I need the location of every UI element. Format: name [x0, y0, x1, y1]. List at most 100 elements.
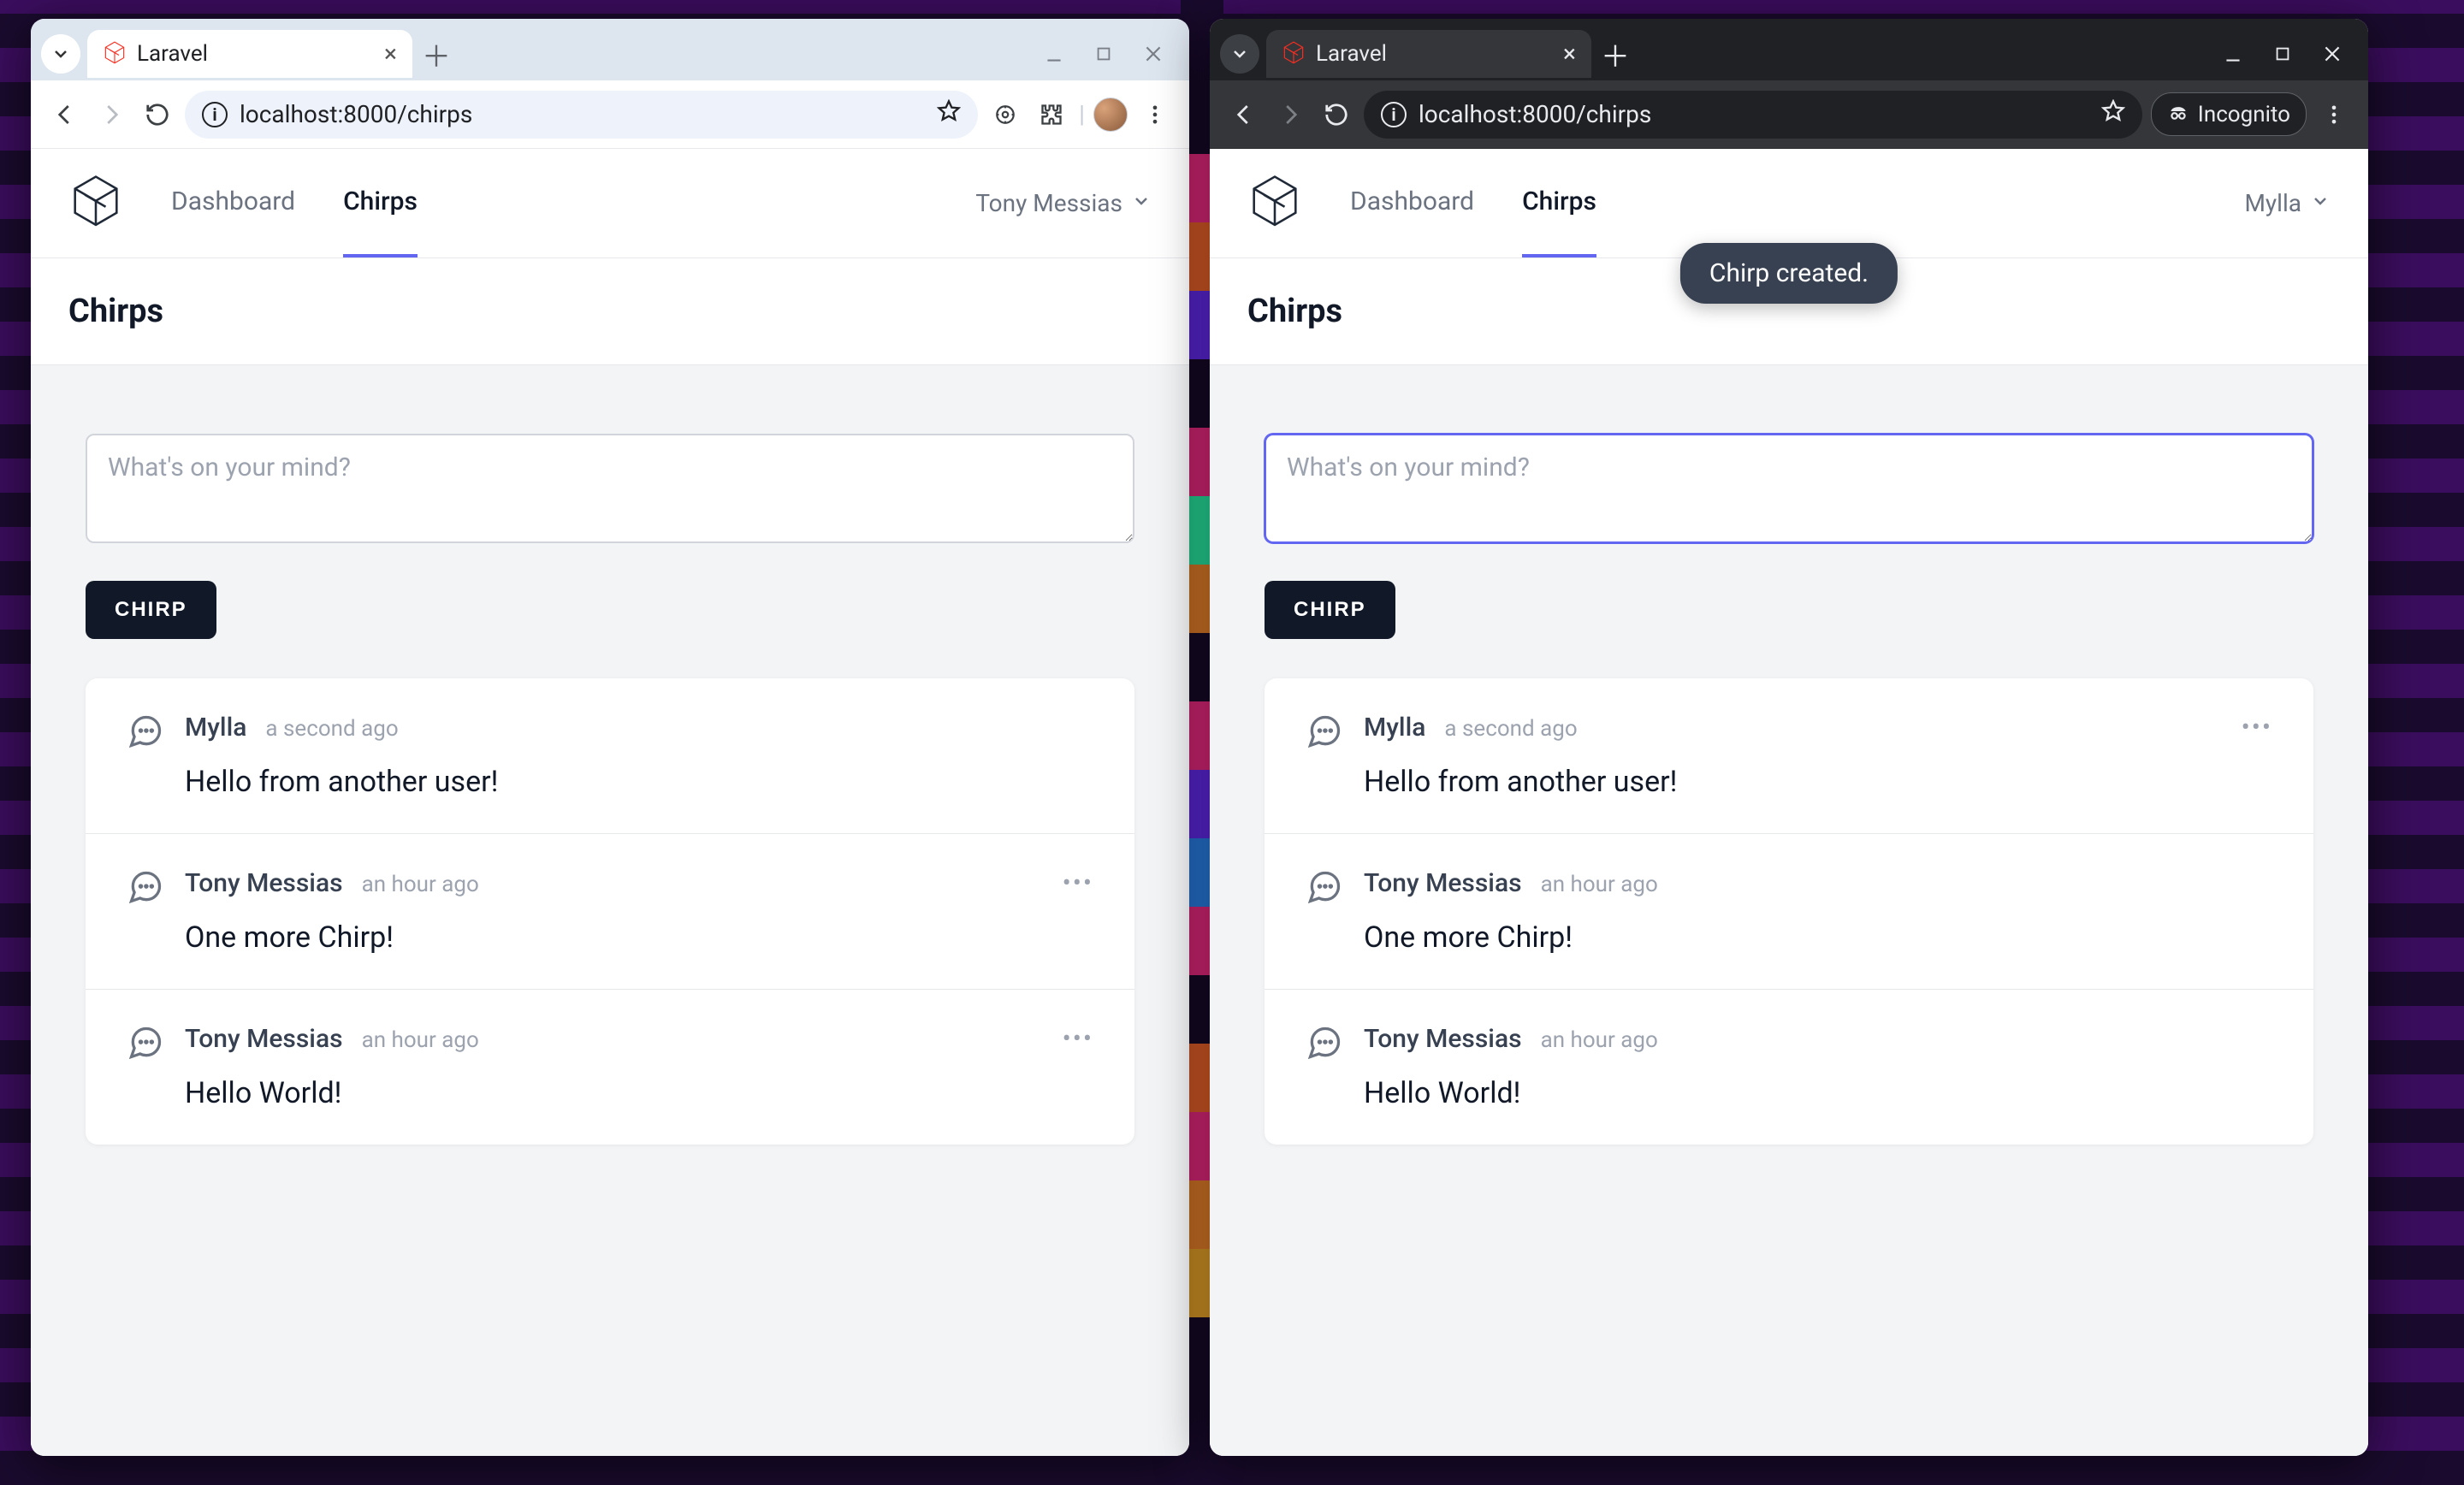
chirp-body: Tony Messias an hour ago One more Chirp! — [185, 868, 1093, 955]
chirp-author: Tony Messias — [185, 1024, 343, 1054]
user-menu[interactable]: Tony Messias — [975, 189, 1152, 217]
tab-close-icon[interactable]: × — [1563, 42, 1576, 66]
chevron-down-icon — [2310, 189, 2331, 217]
chirp-actions-menu[interactable]: ••• — [1063, 1024, 1093, 1054]
chat-bubble-icon — [127, 868, 164, 906]
toolbar-separator: | — [1079, 100, 1085, 128]
nav-link-dashboard[interactable]: Dashboard — [1350, 149, 1474, 257]
user-menu[interactable]: Mylla — [2244, 189, 2331, 217]
browser-menu-icon[interactable] — [2315, 96, 2353, 133]
browser-toolbar: i localhost:8000/chirps Incognito — [1210, 80, 2368, 149]
chat-bubble-icon — [127, 1024, 164, 1062]
bookmark-star-icon[interactable] — [937, 99, 961, 130]
nav-back-icon[interactable] — [1225, 96, 1263, 133]
chirp-meta: Mylla a second ago — [1364, 713, 2272, 742]
window-close-icon[interactable] — [2320, 42, 2344, 66]
chirp-time: an hour ago — [1541, 872, 1658, 897]
laravel-favicon-icon — [103, 42, 127, 66]
browser-tabstrip: Laravel × ＋ — [31, 19, 1189, 80]
chirp-list: Mylla a second ago Hello from another us… — [86, 678, 1134, 1145]
address-bar[interactable]: i localhost:8000/chirps — [1364, 91, 2142, 139]
browser-window-left: Laravel × ＋ i localhost:8000/chirps | — [31, 19, 1189, 1456]
app-content: Dashboard Chirps Tony Messias Chirps Chir… — [31, 149, 1189, 1456]
site-info-icon[interactable]: i — [1381, 102, 1407, 127]
tabs-dropdown-button[interactable] — [41, 34, 80, 74]
page-title: Chirps — [68, 293, 1152, 330]
nav-reload-icon[interactable] — [1318, 96, 1355, 133]
window-maximize-icon[interactable] — [1092, 42, 1116, 66]
chirp-submit-button[interactable]: Chirp — [86, 581, 216, 639]
chirp-textarea[interactable] — [86, 434, 1134, 543]
profile-avatar[interactable] — [1093, 98, 1128, 132]
desktop: Laravel × ＋ i localhost:8000/chirps | — [0, 0, 2464, 1485]
chirp-textarea[interactable] — [1265, 434, 2313, 543]
incognito-badge[interactable]: Incognito — [2151, 92, 2307, 136]
nav-back-icon[interactable] — [46, 96, 84, 133]
address-bar[interactable]: i localhost:8000/chirps — [185, 91, 978, 139]
window-controls — [2221, 42, 2358, 66]
incognito-label: Incognito — [2198, 102, 2290, 127]
tab-title: Laravel — [137, 41, 374, 67]
chirp-body: Mylla a second ago Hello from another us… — [185, 713, 1093, 799]
new-tab-button[interactable]: ＋ — [1598, 37, 1632, 71]
site-info-icon[interactable]: i — [202, 102, 228, 127]
nav-links: Dashboard Chirps — [171, 149, 418, 257]
url-text: localhost:8000/chirps — [1419, 100, 2089, 128]
chirp-list: Mylla a second ago Hello from another us… — [1265, 678, 2313, 1145]
chirp-body: Tony Messias an hour ago One more Chirp! — [1364, 868, 2272, 955]
chirp-message: Hello World! — [1364, 1076, 2272, 1110]
incognito-icon — [2167, 100, 2189, 128]
nav-link-dashboard[interactable]: Dashboard — [171, 149, 295, 257]
browser-tab[interactable]: Laravel × — [87, 30, 412, 78]
app-logo-icon[interactable] — [1247, 176, 1302, 231]
chirp-actions-menu[interactable]: ••• — [2242, 713, 2272, 742]
browser-toolbar: i localhost:8000/chirps | — [31, 80, 1189, 149]
chirp-time: an hour ago — [1541, 1027, 1658, 1053]
browser-tab[interactable]: Laravel × — [1266, 30, 1591, 78]
bookmark-star-icon[interactable] — [2101, 99, 2125, 130]
chat-bubble-icon — [1306, 1024, 1343, 1062]
chirp-body: Tony Messias an hour ago Hello World! — [1364, 1024, 2272, 1110]
chat-bubble-icon — [1306, 868, 1343, 906]
chirp-item: Tony Messias an hour ago Hello World! — [1265, 990, 2313, 1145]
nav-reload-icon[interactable] — [139, 96, 176, 133]
chirp-meta: Tony Messias an hour ago — [1364, 868, 2272, 898]
chat-bubble-icon — [1306, 713, 1343, 750]
browser-menu-icon[interactable] — [1136, 96, 1174, 133]
tab-close-icon[interactable]: × — [384, 42, 397, 66]
chirp-time: a second ago — [265, 716, 398, 742]
tab-title: Laravel — [1316, 41, 1553, 67]
page-header: Chirps — [31, 258, 1189, 365]
chirp-submit-button[interactable]: Chirp — [1265, 581, 1395, 639]
window-maximize-icon[interactable] — [2271, 42, 2295, 66]
chirp-message: Hello World! — [185, 1076, 1093, 1110]
chirp-author: Mylla — [185, 713, 246, 742]
chirp-meta: Tony Messias an hour ago — [185, 868, 1093, 898]
lens-icon[interactable] — [986, 96, 1024, 133]
page-body: Chirp Mylla a second ago Hello from anot… — [1210, 365, 2368, 1456]
extensions-icon[interactable] — [1033, 96, 1070, 133]
chirp-body: Mylla a second ago Hello from another us… — [1364, 713, 2272, 799]
nav-link-chirps[interactable]: Chirps — [343, 149, 418, 257]
app-logo-icon[interactable] — [68, 176, 123, 231]
chirp-message: One more Chirp! — [185, 920, 1093, 955]
window-minimize-icon[interactable] — [1042, 42, 1066, 66]
chirp-meta: Tony Messias an hour ago — [1364, 1024, 2272, 1054]
chirp-time: an hour ago — [362, 872, 479, 897]
chirp-time: a second ago — [1444, 716, 1577, 742]
browser-tabstrip: Laravel × ＋ — [1210, 19, 2368, 80]
browser-window-right: Laravel × ＋ i localhost:8000/chirps Inco… — [1210, 19, 2368, 1456]
chirp-message: One more Chirp! — [1364, 920, 2272, 955]
chirp-actions-menu[interactable]: ••• — [1063, 868, 1093, 898]
nav-link-chirps[interactable]: Chirps — [1522, 149, 1596, 257]
user-label: Mylla — [2244, 189, 2301, 217]
window-controls — [1042, 42, 1179, 66]
new-tab-button[interactable]: ＋ — [419, 37, 453, 71]
nav-forward-icon[interactable] — [1271, 96, 1309, 133]
tabs-dropdown-button[interactable] — [1220, 34, 1259, 74]
chirp-author: Tony Messias — [1364, 1024, 1522, 1054]
app-navbar: Dashboard Chirps Tony Messias — [31, 149, 1189, 258]
window-close-icon[interactable] — [1141, 42, 1165, 66]
window-minimize-icon[interactable] — [2221, 42, 2245, 66]
nav-forward-icon[interactable] — [92, 96, 130, 133]
